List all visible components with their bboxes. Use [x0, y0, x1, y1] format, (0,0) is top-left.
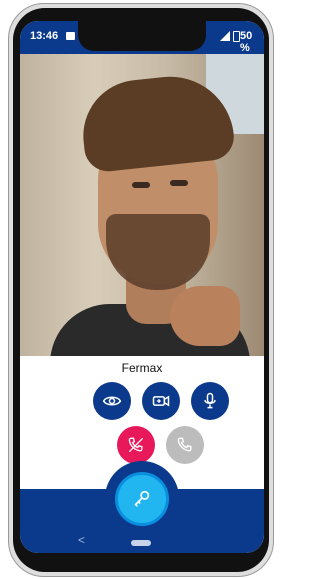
- status-time: 13:46: [30, 30, 59, 42]
- signal-icon: [220, 31, 230, 41]
- microphone-button[interactable]: [191, 382, 229, 420]
- camera-notch: [78, 21, 206, 51]
- view-camera-button[interactable]: [93, 382, 131, 420]
- image-notification-icon: [66, 32, 75, 40]
- hang-up-button[interactable]: [117, 426, 155, 464]
- phone-bezel: 13:46 50 % Fermax <: [13, 8, 269, 572]
- phone-frame: 13:46 50 % Fermax <: [8, 3, 274, 577]
- back-nav-icon[interactable]: <: [78, 533, 85, 547]
- key-icon: [134, 490, 150, 507]
- accept-call-button[interactable]: [166, 426, 204, 464]
- phone-hangup-icon: [128, 437, 144, 453]
- status-bar: 13:46 50 %: [20, 21, 264, 54]
- battery-icon: [233, 31, 240, 42]
- system-nav-bar: <: [20, 533, 264, 553]
- caller-name: Fermax: [121, 361, 163, 375]
- phone-icon: [177, 437, 192, 452]
- eye-icon: [102, 396, 122, 406]
- battery-level: 50 %: [240, 30, 253, 54]
- switch-camera-button[interactable]: [142, 382, 180, 420]
- screen: 13:46 50 % Fermax <: [20, 21, 264, 553]
- open-door-button[interactable]: [115, 472, 169, 526]
- video-feed: [20, 54, 264, 356]
- microphone-icon: [204, 392, 216, 409]
- home-nav-pill[interactable]: [131, 540, 151, 546]
- switch-camera-icon: [152, 395, 170, 407]
